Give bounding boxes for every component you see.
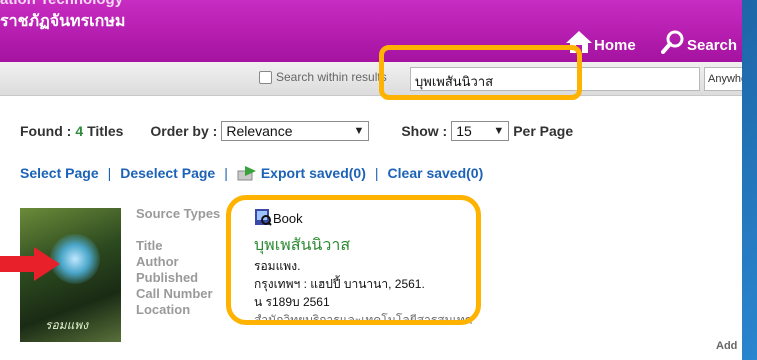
separator: |: [224, 165, 228, 181]
opac-page: ation Technology ราชภัฏจันทรเกษม Home Se…: [0, 0, 742, 360]
site-header: ation Technology ราชภัฏจันทรเกษม Home Se…: [0, 0, 742, 62]
show-count-select[interactable]: 15 ▼: [451, 121, 510, 141]
label-location: Location: [136, 302, 191, 317]
search-input[interactable]: บุพเพสันนิวาส: [410, 67, 700, 91]
cover-author-text: รอมแพง: [45, 318, 89, 332]
order-by-label: Order by :: [150, 123, 218, 139]
nav-search-label: Search: [687, 37, 738, 54]
per-page-label: Per Page: [513, 123, 574, 139]
export-saved[interactable]: Export saved(0): [237, 165, 366, 181]
label-author: Author: [136, 254, 179, 269]
clear-saved-link[interactable]: Clear saved(0): [388, 165, 484, 181]
order-by-value: Relevance: [226, 123, 293, 139]
results-toolbar: Found : 4 Titles Order by : Relevance ▼ …: [20, 120, 740, 142]
red-arrow-annotation: [0, 247, 60, 281]
nav-home-label: Home: [594, 37, 636, 54]
source-type: Book: [254, 204, 472, 226]
search-within-results[interactable]: Search within results: [259, 70, 387, 84]
record-call-number: น ร189บ 2561: [254, 295, 330, 309]
label-source-types: Source Types: [136, 206, 221, 221]
record-published: กรุงเทพฯ : แฮปปี้ บานานา, 2561.: [254, 277, 425, 291]
nav-search-link[interactable]: Search: [661, 28, 737, 54]
site-brand-thai: ราชภัฏจันทรเกษม: [0, 13, 126, 30]
export-saved-link[interactable]: Export saved(0): [261, 165, 366, 181]
separator: |: [374, 165, 379, 181]
select-page-link[interactable]: Select Page: [20, 165, 99, 181]
record-labels: Source Types Title Author Published Call…: [136, 206, 220, 318]
nav-home-link[interactable]: Home: [565, 28, 636, 54]
search-scope-select[interactable]: Anywhere: [704, 67, 742, 91]
source-type-value: Book: [273, 211, 303, 226]
search-bar: Search within results บุพเพสันนิวาส Anyw…: [0, 62, 742, 96]
separator: |: [107, 165, 112, 181]
site-brand-english: ation Technology: [0, 0, 123, 8]
search-icon: [661, 30, 684, 54]
record-values: Book บุพเพสันนิวาส รอมแพง. กรุงเทพฯ : แฮ…: [254, 204, 472, 329]
label-published: Published: [136, 270, 199, 285]
found-label: Found :: [20, 123, 72, 139]
home-icon: [566, 31, 592, 53]
search-within-label: Search within results: [276, 70, 387, 84]
show-count-value: 15: [456, 123, 472, 139]
deselect-page-link[interactable]: Deselect Page: [120, 165, 215, 181]
show-label: Show :: [401, 123, 448, 139]
chevron-down-icon: ▼: [493, 125, 505, 137]
actions-bar: Select Page | Deselect Page | Export sav…: [20, 162, 483, 184]
label-spacer: [136, 222, 220, 238]
order-by-select[interactable]: Relevance ▼: [221, 121, 370, 141]
add-button[interactable]: Add: [716, 340, 737, 352]
record-author: รอมแพง.: [254, 259, 301, 273]
found-unit: Titles: [87, 123, 124, 139]
record-title-link[interactable]: บุพเพสันนิวาส: [254, 235, 472, 257]
label-title: Title: [136, 238, 163, 253]
found-count: 4: [75, 123, 84, 139]
chevron-down-icon: ▼: [353, 125, 365, 137]
search-within-checkbox[interactable]: [259, 70, 272, 84]
book-icon: [255, 209, 272, 226]
record-location: สำนักวิทยบริการและเทคโนโลยีสารสนเทศ: [254, 313, 473, 327]
export-icon: [237, 166, 256, 181]
label-call-number: Call Number: [136, 286, 213, 301]
